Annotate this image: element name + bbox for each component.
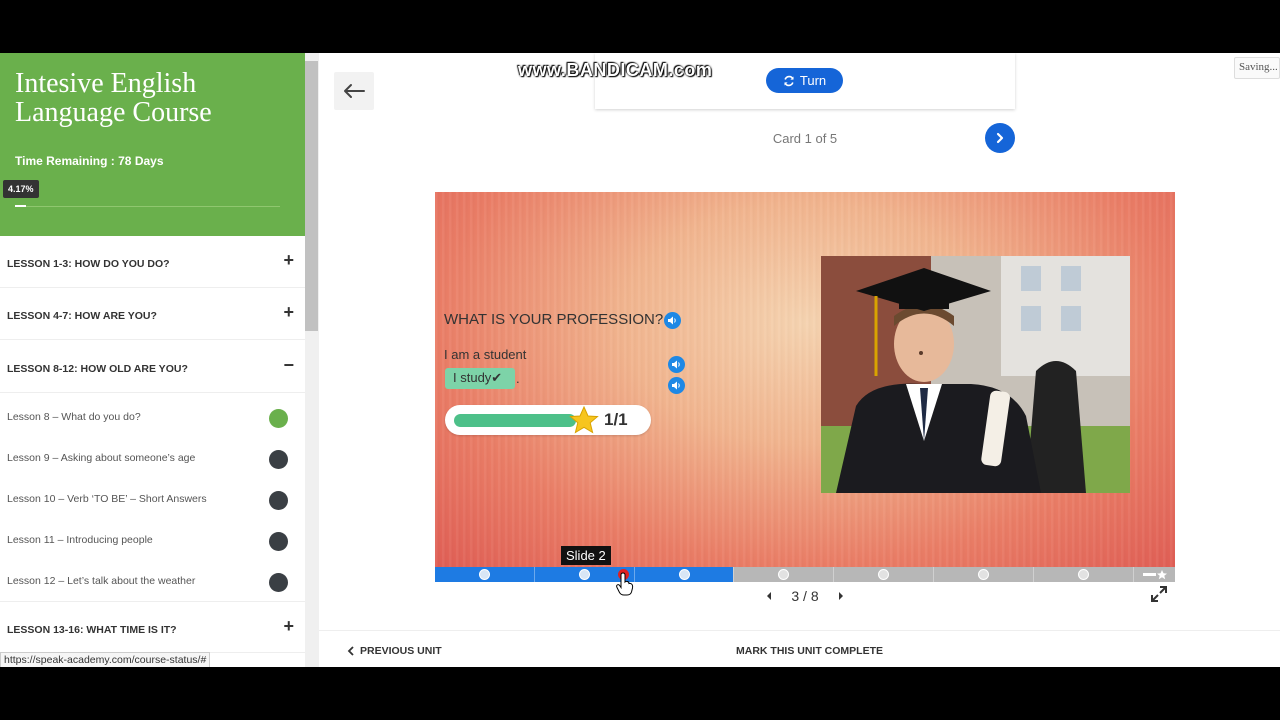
lesson-item-11[interactable]: Lesson 11 – Introducing people <box>0 518 305 559</box>
speaker-icon[interactable] <box>668 356 685 373</box>
turn-card-button[interactable]: Turn <box>766 68 843 93</box>
next-slide-icon[interactable] <box>837 591 845 601</box>
slide-divider <box>534 567 535 582</box>
lesson-item-12[interactable]: Lesson 12 – Let’s talk about the weather <box>0 559 305 600</box>
score-value: 1/1 <box>604 410 628 429</box>
lesson-item-label: Lesson 9 – Asking about someone’s age <box>7 452 196 464</box>
previous-unit-label: PREVIOUS UNIT <box>360 645 442 657</box>
lesson-pending-icon <box>269 450 288 469</box>
card-counter: Card 1 of 5 <box>772 131 838 146</box>
slide-marker[interactable] <box>778 569 789 580</box>
score-panel: 1/1 <box>445 405 651 435</box>
answer-chip[interactable]: I study✔ <box>445 368 515 389</box>
next-card-button[interactable] <box>985 123 1015 153</box>
speaker-icon[interactable] <box>668 377 685 394</box>
chevron-left-icon <box>347 646 354 656</box>
course-title: Intesive English Language Course <box>15 68 212 128</box>
course-progress-track <box>15 206 280 207</box>
lesson-group-label: LESSON 13-16: WHAT TIME IS IT? <box>7 624 177 636</box>
course-sidebar: Intesive English Language Course Time Re… <box>0 53 305 667</box>
refresh-icon <box>784 75 794 86</box>
sidebar-scrollbar-thumb[interactable] <box>305 61 318 331</box>
progress-percent-badge: 4.17% <box>3 180 39 198</box>
slide-marker[interactable] <box>978 569 989 580</box>
slide-answer-text: I am a student <box>444 347 527 362</box>
star-icon <box>569 406 599 434</box>
slide-marker[interactable] <box>679 569 690 580</box>
lesson-item-9[interactable]: Lesson 9 – Asking about someone’s age <box>0 436 305 477</box>
score-progress-bar <box>454 414 576 427</box>
lesson-complete-icon <box>269 409 288 428</box>
fullscreen-icon[interactable] <box>1150 585 1168 603</box>
course-progress-fill <box>15 205 26 207</box>
unit-footer: PREVIOUS UNIT MARK THIS UNIT COMPLETE <box>319 630 1280 667</box>
slide-marker[interactable] <box>479 569 490 580</box>
lesson-slide: WHAT IS YOUR PROFESSION? I am a student … <box>435 192 1175 567</box>
course-header: Intesive English Language Course Time Re… <box>0 53 305 236</box>
slide-marker[interactable] <box>878 569 889 580</box>
lesson-pending-icon <box>269 491 288 510</box>
mark-complete-button[interactable]: MARK THIS UNIT COMPLETE <box>736 645 883 657</box>
lesson-item-label: Lesson 12 – Let’s talk about the weather <box>7 575 196 587</box>
time-remaining: Time Remaining : 78 Days <box>15 154 164 168</box>
expand-plus-icon[interactable]: + <box>283 250 294 271</box>
previous-unit-link[interactable]: PREVIOUS UNIT <box>347 645 442 657</box>
lesson-group-13-16[interactable]: LESSON 13-16: WHAT TIME IS IT? + <box>0 601 305 653</box>
expand-plus-icon[interactable]: + <box>283 302 294 323</box>
saving-indicator: Saving... <box>1234 57 1280 79</box>
final-star-icon <box>1143 570 1167 580</box>
graduate-photo <box>821 256 1130 493</box>
slide-pager: 3 / 8 <box>765 586 845 606</box>
arrow-left-icon <box>344 84 365 98</box>
lesson-group-label: LESSON 4-7: HOW ARE YOU? <box>7 310 157 322</box>
app-frame: Intesive English Language Course Time Re… <box>0 53 1280 667</box>
lesson-group-8-12[interactable]: LESSON 8-12: HOW OLD ARE YOU? − <box>0 341 305 393</box>
prev-slide-icon[interactable] <box>765 591 773 601</box>
lesson-pending-icon <box>269 532 288 551</box>
collapse-minus-icon[interactable]: − <box>283 355 294 376</box>
recorder-watermark: www.BANDICAM.com <box>518 60 713 80</box>
status-bar-url: https://speak-academy.com/course-status/… <box>0 652 211 667</box>
slide-marker[interactable] <box>1078 569 1089 580</box>
speaker-icon[interactable] <box>664 312 681 329</box>
hand-cursor-icon <box>616 572 634 596</box>
slide-divider <box>733 567 734 582</box>
lesson-group-1-3[interactable]: LESSON 1-3: HOW DO YOU DO? + <box>0 236 305 288</box>
slide-page-count: 3 / 8 <box>791 588 819 604</box>
slide-progress-bar[interactable] <box>435 567 1175 582</box>
slide-marker[interactable] <box>579 569 590 580</box>
lesson-group-4-7[interactable]: LESSON 4-7: HOW ARE YOU? + <box>0 288 305 340</box>
slide-question: WHAT IS YOUR PROFESSION? <box>444 311 664 328</box>
lesson-group-label: LESSON 1-3: HOW DO YOU DO? <box>7 258 170 270</box>
lesson-pending-icon <box>269 573 288 592</box>
lesson-group-label: LESSON 8-12: HOW OLD ARE YOU? <box>7 363 188 375</box>
turn-button-label: Turn <box>799 73 827 88</box>
slide-divider <box>933 567 934 582</box>
chevron-right-icon <box>996 132 1004 144</box>
slide-divider <box>1033 567 1034 582</box>
slide-divider <box>833 567 834 582</box>
expand-plus-icon[interactable]: + <box>283 616 294 637</box>
answer-period: . <box>516 371 520 386</box>
lesson-item-label: Lesson 10 – Verb ‘TO BE’ – Short Answers <box>7 493 207 505</box>
slide-tooltip: Slide 2 <box>561 546 611 565</box>
lesson-item-label: Lesson 8 – What do you do? <box>7 411 141 423</box>
slide-divider <box>1133 567 1134 582</box>
lesson-item-8[interactable]: Lesson 8 – What do you do? <box>0 395 305 436</box>
lesson-item-10[interactable]: Lesson 10 – Verb ‘TO BE’ – Short Answers <box>0 477 305 518</box>
back-button[interactable] <box>334 72 374 110</box>
lesson-item-label: Lesson 11 – Introducing people <box>7 534 153 546</box>
